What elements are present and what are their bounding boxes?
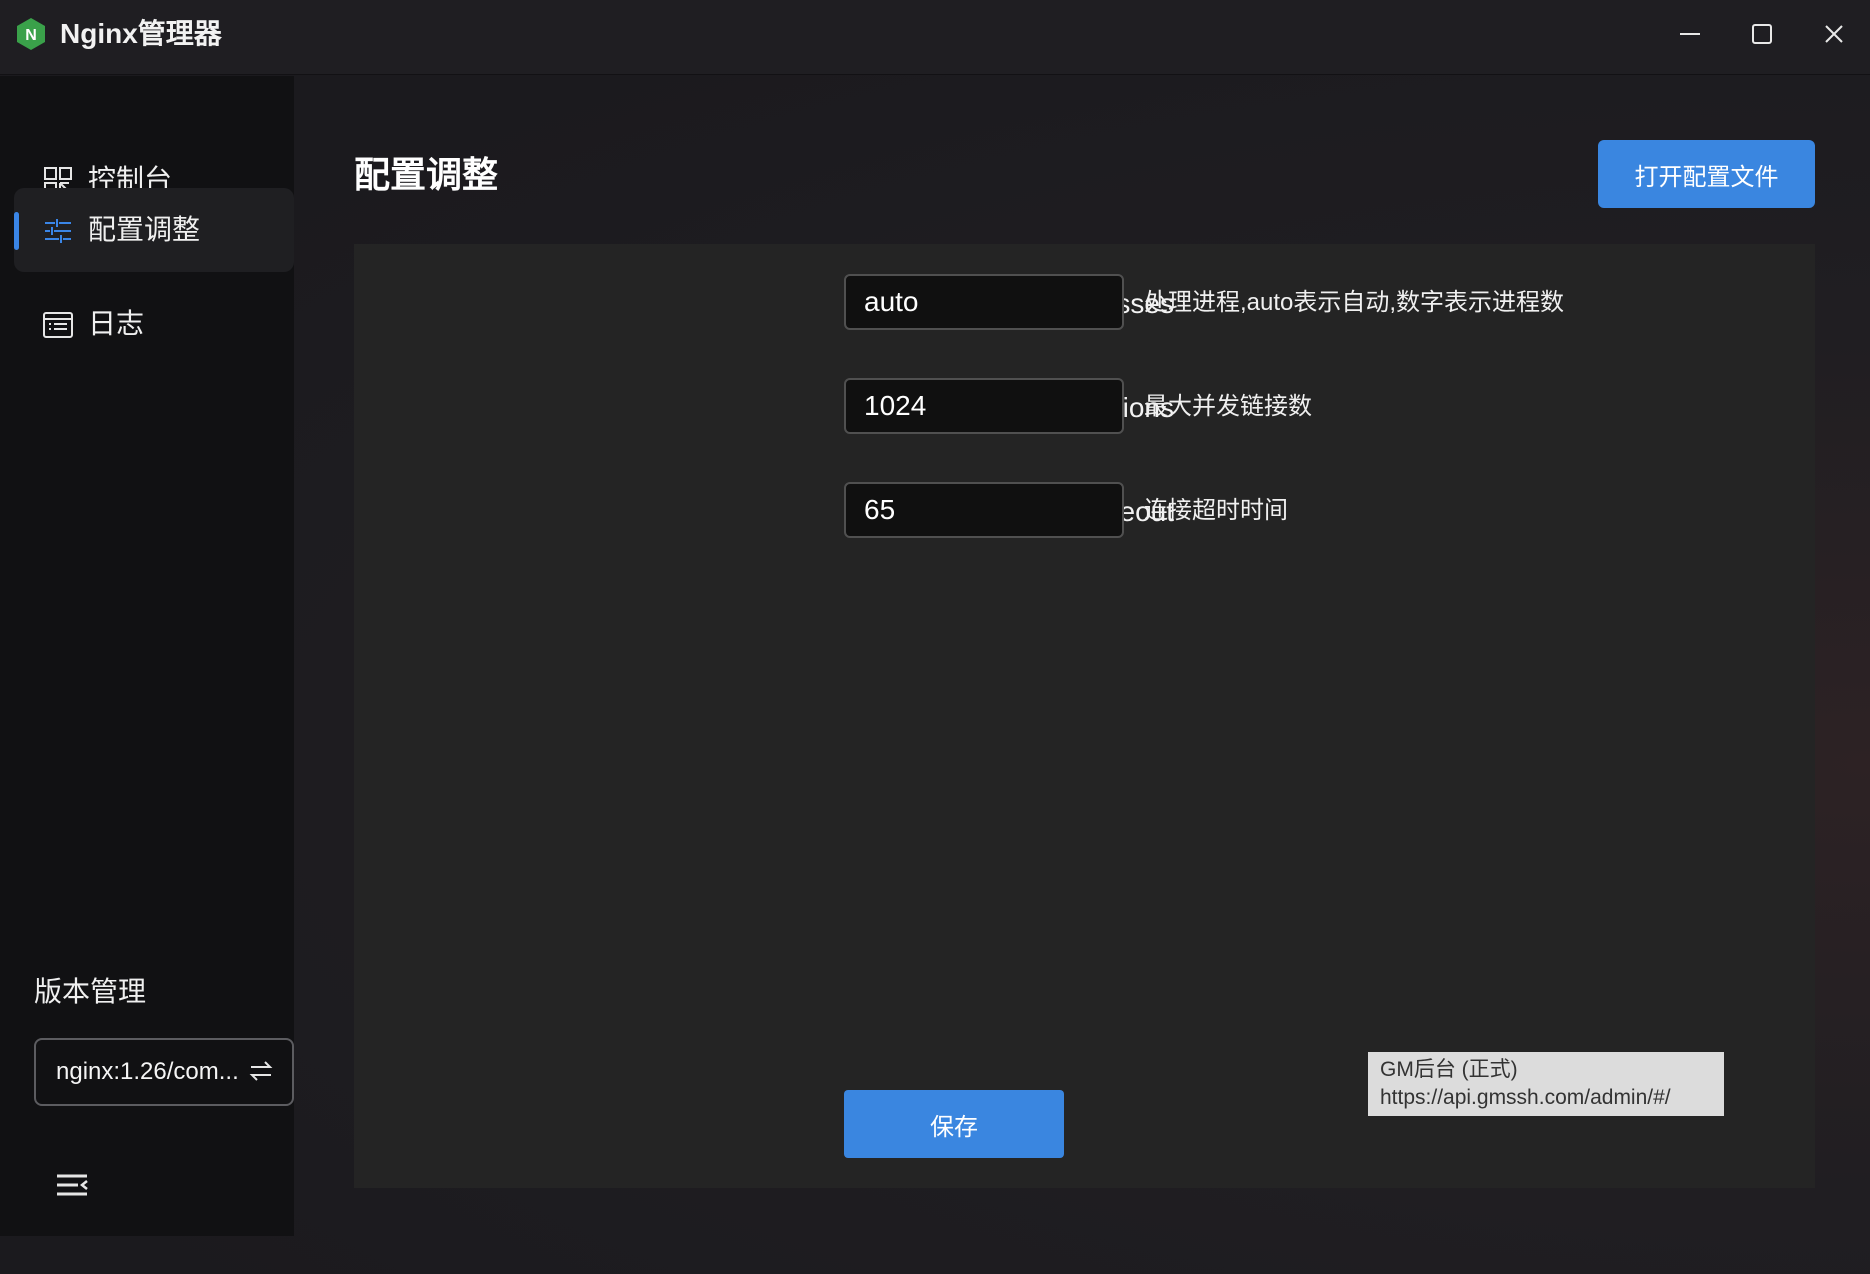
svg-text:N: N [25,27,37,44]
version-management-title: 版本管理 [34,976,147,1007]
title-bar: N Nginx管理器 [0,0,1870,75]
keepalive-timeout-input[interactable] [844,482,1124,538]
field-desc-keepalive-timeout: 连接超时时间 [1144,497,1288,524]
sliders-icon [45,219,71,243]
field-desc-worker-processes: 处理进程,auto表示自动,数字表示进程数 [1144,289,1565,316]
minimize-button[interactable] [1666,14,1714,54]
close-icon [1825,25,1843,43]
maximize-button[interactable] [1738,14,1786,54]
sidebar-item-logs[interactable]: 日志 [14,282,294,366]
link-tooltip: GM后台 (正式) https://api.gmssh.com/admin/#/ [1368,1052,1724,1116]
active-indicator [14,212,19,250]
tooltip-url: https://api.gmssh.com/admin/#/ [1380,1086,1671,1109]
minimize-icon [1680,33,1700,35]
app-window: N Nginx管理器 控制台 配置调整 日志 版本管理 nginx:1.26/c… [0,0,1870,1274]
tooltip-title: GM后台 (正式) [1380,1058,1518,1081]
sidebar-item-label: 配置调整 [88,214,201,245]
open-config-file-button[interactable]: 打开配置文件 [1598,140,1815,208]
swap-arrows-icon [249,1061,273,1081]
maximize-icon [1752,24,1772,44]
sidebar-item-config[interactable]: 配置调整 [14,188,294,272]
close-button[interactable] [1810,14,1858,54]
config-form-panel: worker_processes 处理进程,auto表示自动,数字表示进程数 w… [354,244,1815,1188]
version-select-value: nginx:1.26/com... [56,1058,239,1085]
nginx-logo-icon: N [17,18,45,50]
sidebar-item-label: 日志 [88,308,145,339]
version-select[interactable]: nginx:1.26/com... [34,1038,294,1106]
menu-collapse-icon[interactable] [54,1168,90,1204]
field-desc-worker-connections: 最大并发链接数 [1144,393,1312,420]
worker-connections-input[interactable] [844,378,1124,434]
save-button[interactable]: 保存 [844,1090,1064,1158]
worker-processes-input[interactable] [844,274,1124,330]
page-title: 配置调整 [354,154,499,195]
sidebar: 控制台 配置调整 日志 版本管理 nginx:1.26/com... [0,76,294,1236]
app-title: Nginx管理器 [60,18,222,49]
log-list-icon [43,312,73,338]
